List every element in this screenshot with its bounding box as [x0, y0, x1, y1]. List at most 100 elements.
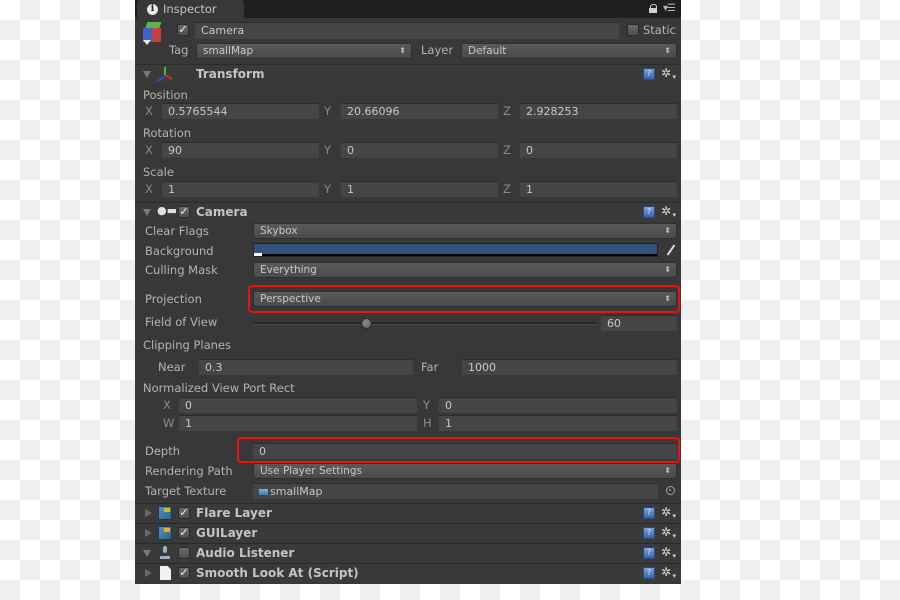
rotation-y-label: Y	[324, 143, 332, 157]
help-icon[interactable]: ?	[643, 527, 655, 539]
foldout-collapsed-icon[interactable]	[145, 509, 152, 517]
transform-icon	[157, 67, 173, 82]
help-icon[interactable]: ?	[643, 547, 655, 559]
viewport-y-label: Y	[423, 398, 431, 412]
scale-y-input[interactable]: 1	[341, 181, 498, 197]
foldout-collapsed-icon[interactable]	[145, 529, 152, 537]
position-x-input[interactable]: 0.5765544	[162, 103, 319, 119]
help-icon[interactable]: ?	[643, 68, 655, 80]
scale-x-input[interactable]: 1	[162, 181, 319, 197]
depth-highlight	[237, 437, 680, 463]
help-icon[interactable]: ?	[643, 567, 655, 579]
culling-mask-dropdown[interactable]: Everything ⬍	[253, 262, 677, 278]
position-z-input[interactable]: 2.928253	[520, 103, 677, 119]
scale-z-input[interactable]: 1	[520, 181, 677, 197]
gui-layer-enabled-checkbox[interactable]: ✓	[178, 527, 190, 539]
tab-label: Inspector	[163, 2, 217, 16]
foldout-expanded-icon[interactable]	[143, 209, 151, 216]
background-color-swatch	[254, 244, 657, 254]
position-y-input[interactable]: 20.66096	[341, 103, 498, 119]
viewport-w-label: W	[163, 416, 175, 430]
foldout-expanded-icon[interactable]	[143, 550, 151, 557]
culling-mask-value: Everything	[260, 264, 317, 276]
clear-flags-dropdown[interactable]: Skybox ⬍	[253, 223, 677, 239]
flare-layer-enabled-checkbox[interactable]: ✓	[178, 507, 190, 519]
rendering-path-dropdown[interactable]: Use Player Settings ⬍	[253, 463, 677, 479]
target-texture-field[interactable]: smallMap	[253, 483, 658, 499]
foldout-expanded-icon[interactable]	[143, 71, 151, 78]
gameobject-active-checkbox[interactable]: ✓	[177, 24, 189, 36]
projection-highlight	[248, 285, 680, 313]
component-header-smooth-look-at[interactable]: ✓ Smooth Look At (Script) ? ✲	[135, 563, 681, 582]
audio-listener-enabled-checkbox[interactable]	[178, 547, 190, 559]
rotation-y-input[interactable]: 0	[341, 142, 498, 158]
fov-slider-track[interactable]	[253, 322, 597, 325]
component-header-audio-listener[interactable]: Audio Listener ? ✲	[135, 543, 681, 562]
lock-icon[interactable]	[649, 4, 658, 13]
viewport-h-input[interactable]: 1	[439, 415, 677, 431]
render-texture-icon	[259, 489, 268, 495]
foldout-collapsed-icon[interactable]	[145, 569, 152, 577]
static-checkbox[interactable]	[627, 24, 639, 36]
help-icon[interactable]: ?	[643, 507, 655, 519]
tag-value: smallMap	[203, 45, 254, 57]
gameobject-name-input[interactable]: Camera	[195, 22, 619, 39]
gameobject-icon[interactable]	[143, 22, 163, 45]
component-header-flare-layer[interactable]: ✓ Flare Layer ? ✲	[135, 503, 681, 522]
clear-flags-value: Skybox	[260, 225, 298, 237]
component-header-gui-layer[interactable]: ✓ GUILayer ? ✲	[135, 523, 681, 542]
gui-layer-title: GUILayer	[196, 526, 258, 540]
info-icon: i	[147, 3, 158, 15]
flare-layer-icon	[158, 506, 172, 520]
background-color-field[interactable]	[253, 243, 658, 257]
layer-label: Layer	[421, 43, 454, 57]
smooth-look-at-enabled-checkbox[interactable]: ✓	[178, 567, 190, 579]
fov-input[interactable]: 60	[601, 315, 677, 331]
camera-enabled-checkbox[interactable]: ✓	[178, 206, 190, 218]
viewport-x-input[interactable]: 0	[179, 397, 417, 413]
target-texture-label: Target Texture	[145, 484, 227, 498]
layer-dropdown[interactable]: Default ⬍	[461, 43, 677, 59]
scale-z-label: Z	[503, 182, 511, 196]
viewport-x-label: X	[163, 398, 171, 412]
gear-icon[interactable]: ✲	[661, 205, 676, 221]
viewport-y-input[interactable]: 0	[439, 397, 677, 413]
gear-icon[interactable]: ✲	[661, 546, 676, 562]
camera-header[interactable]: ●▬ ✓ Camera ? ✲	[135, 202, 681, 221]
viewport-label: Normalized View Port Rect	[143, 381, 295, 395]
rotation-x-input[interactable]: 90	[162, 142, 319, 158]
gear-icon[interactable]: ✲	[661, 566, 676, 582]
transform-header[interactable]: Transform ? ✲	[135, 64, 681, 83]
script-icon	[160, 566, 171, 580]
clipping-planes-label: Clipping Planes	[143, 338, 231, 352]
inspector-panel: i Inspector ▾☰ ✓ Camera Static Tag small…	[135, 0, 681, 584]
eyedropper-icon[interactable]	[666, 244, 676, 256]
rotation-z-label: Z	[503, 143, 511, 157]
target-texture-value: smallMap	[270, 485, 323, 498]
dropdown-arrows-icon: ⬍	[664, 466, 671, 475]
tag-dropdown[interactable]: smallMap ⬍	[196, 43, 412, 59]
gear-icon[interactable]: ✲	[661, 526, 676, 542]
tab-inspector[interactable]: i Inspector	[137, 0, 244, 18]
transform-title: Transform	[196, 67, 265, 81]
near-label: Near	[158, 360, 186, 374]
layer-value: Default	[468, 45, 507, 57]
rotation-label: Rotation	[143, 126, 192, 140]
static-label: Static	[643, 23, 676, 37]
object-picker-icon[interactable]	[666, 486, 675, 495]
gear-icon[interactable]: ✲	[661, 67, 676, 83]
projection-label: Projection	[145, 292, 202, 306]
help-icon[interactable]: ?	[643, 206, 655, 218]
gear-icon[interactable]: ✲	[661, 506, 676, 522]
near-input[interactable]: 0.3	[199, 359, 413, 375]
dropdown-arrows-icon: ⬍	[664, 46, 671, 55]
far-input[interactable]: 1000	[462, 359, 677, 375]
dropdown-arrows-icon: ⬍	[399, 46, 406, 55]
depth-label: Depth	[145, 444, 181, 458]
fov-slider-thumb[interactable]	[360, 318, 372, 329]
panel-menu-icon[interactable]: ▾☰	[663, 3, 676, 14]
rendering-path-label: Rendering Path	[145, 464, 233, 478]
rotation-z-input[interactable]: 0	[520, 142, 677, 158]
viewport-w-input[interactable]: 1	[179, 415, 417, 431]
position-z-label: Z	[503, 104, 511, 118]
